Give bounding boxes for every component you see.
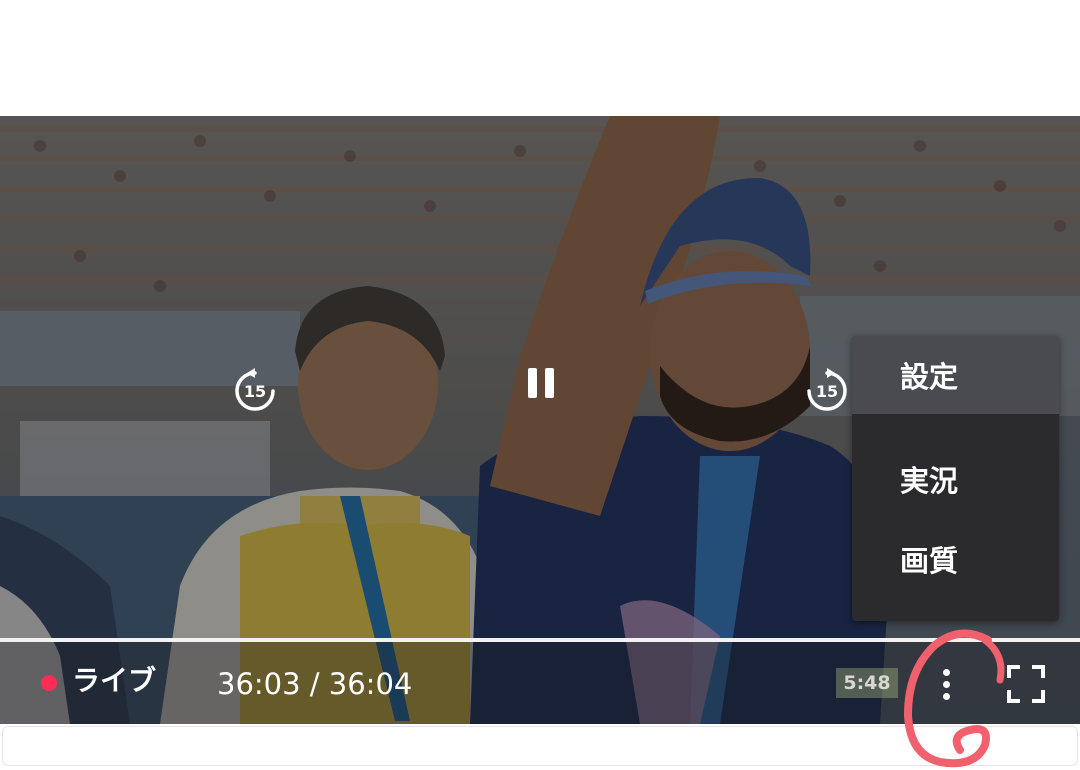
top-bar <box>0 0 1080 116</box>
scoreboard-time: 5:48 <box>836 668 898 698</box>
menu-item-quality[interactable]: 画質 <box>852 520 1059 598</box>
pause-icon <box>528 368 554 398</box>
menu-item-quality-label: 画質 <box>900 544 959 578</box>
rewind-seconds-label: 15 <box>244 382 266 401</box>
live-indicator-dot <box>41 675 57 691</box>
menu-item-commentary-label: 実況 <box>900 464 959 498</box>
more-dot <box>942 680 950 688</box>
more-options-button[interactable] <box>926 660 966 708</box>
forward-15-icon: 15 <box>807 368 847 411</box>
more-dot <box>942 692 950 700</box>
forward-seconds-label: 15 <box>816 382 838 401</box>
time-display: 36:03 / 36:04 <box>217 667 413 701</box>
menu-item-settings-label: 設定 <box>900 360 959 394</box>
forward-15-button[interactable]: 15 <box>798 362 856 420</box>
content-card <box>2 726 1078 766</box>
video-player[interactable]: 15 15 設定 実況 画質 ライブ 36:03 / 36:04 5:48 <box>0 116 1080 724</box>
pause-button[interactable] <box>510 352 572 414</box>
control-bar <box>0 642 1080 724</box>
rewind-15-icon: 15 <box>235 368 275 411</box>
live-label: ライブ <box>72 664 157 697</box>
menu-item-settings[interactable]: 設定 <box>852 336 1059 414</box>
fullscreen-icon <box>1007 665 1045 703</box>
rewind-15-button[interactable]: 15 <box>226 362 284 420</box>
more-vertical-icon <box>942 668 950 676</box>
fullscreen-button[interactable] <box>1005 663 1047 705</box>
menu-item-commentary[interactable]: 実況 <box>852 440 1059 518</box>
player-options-menu: 設定 実況 画質 <box>852 336 1059 621</box>
